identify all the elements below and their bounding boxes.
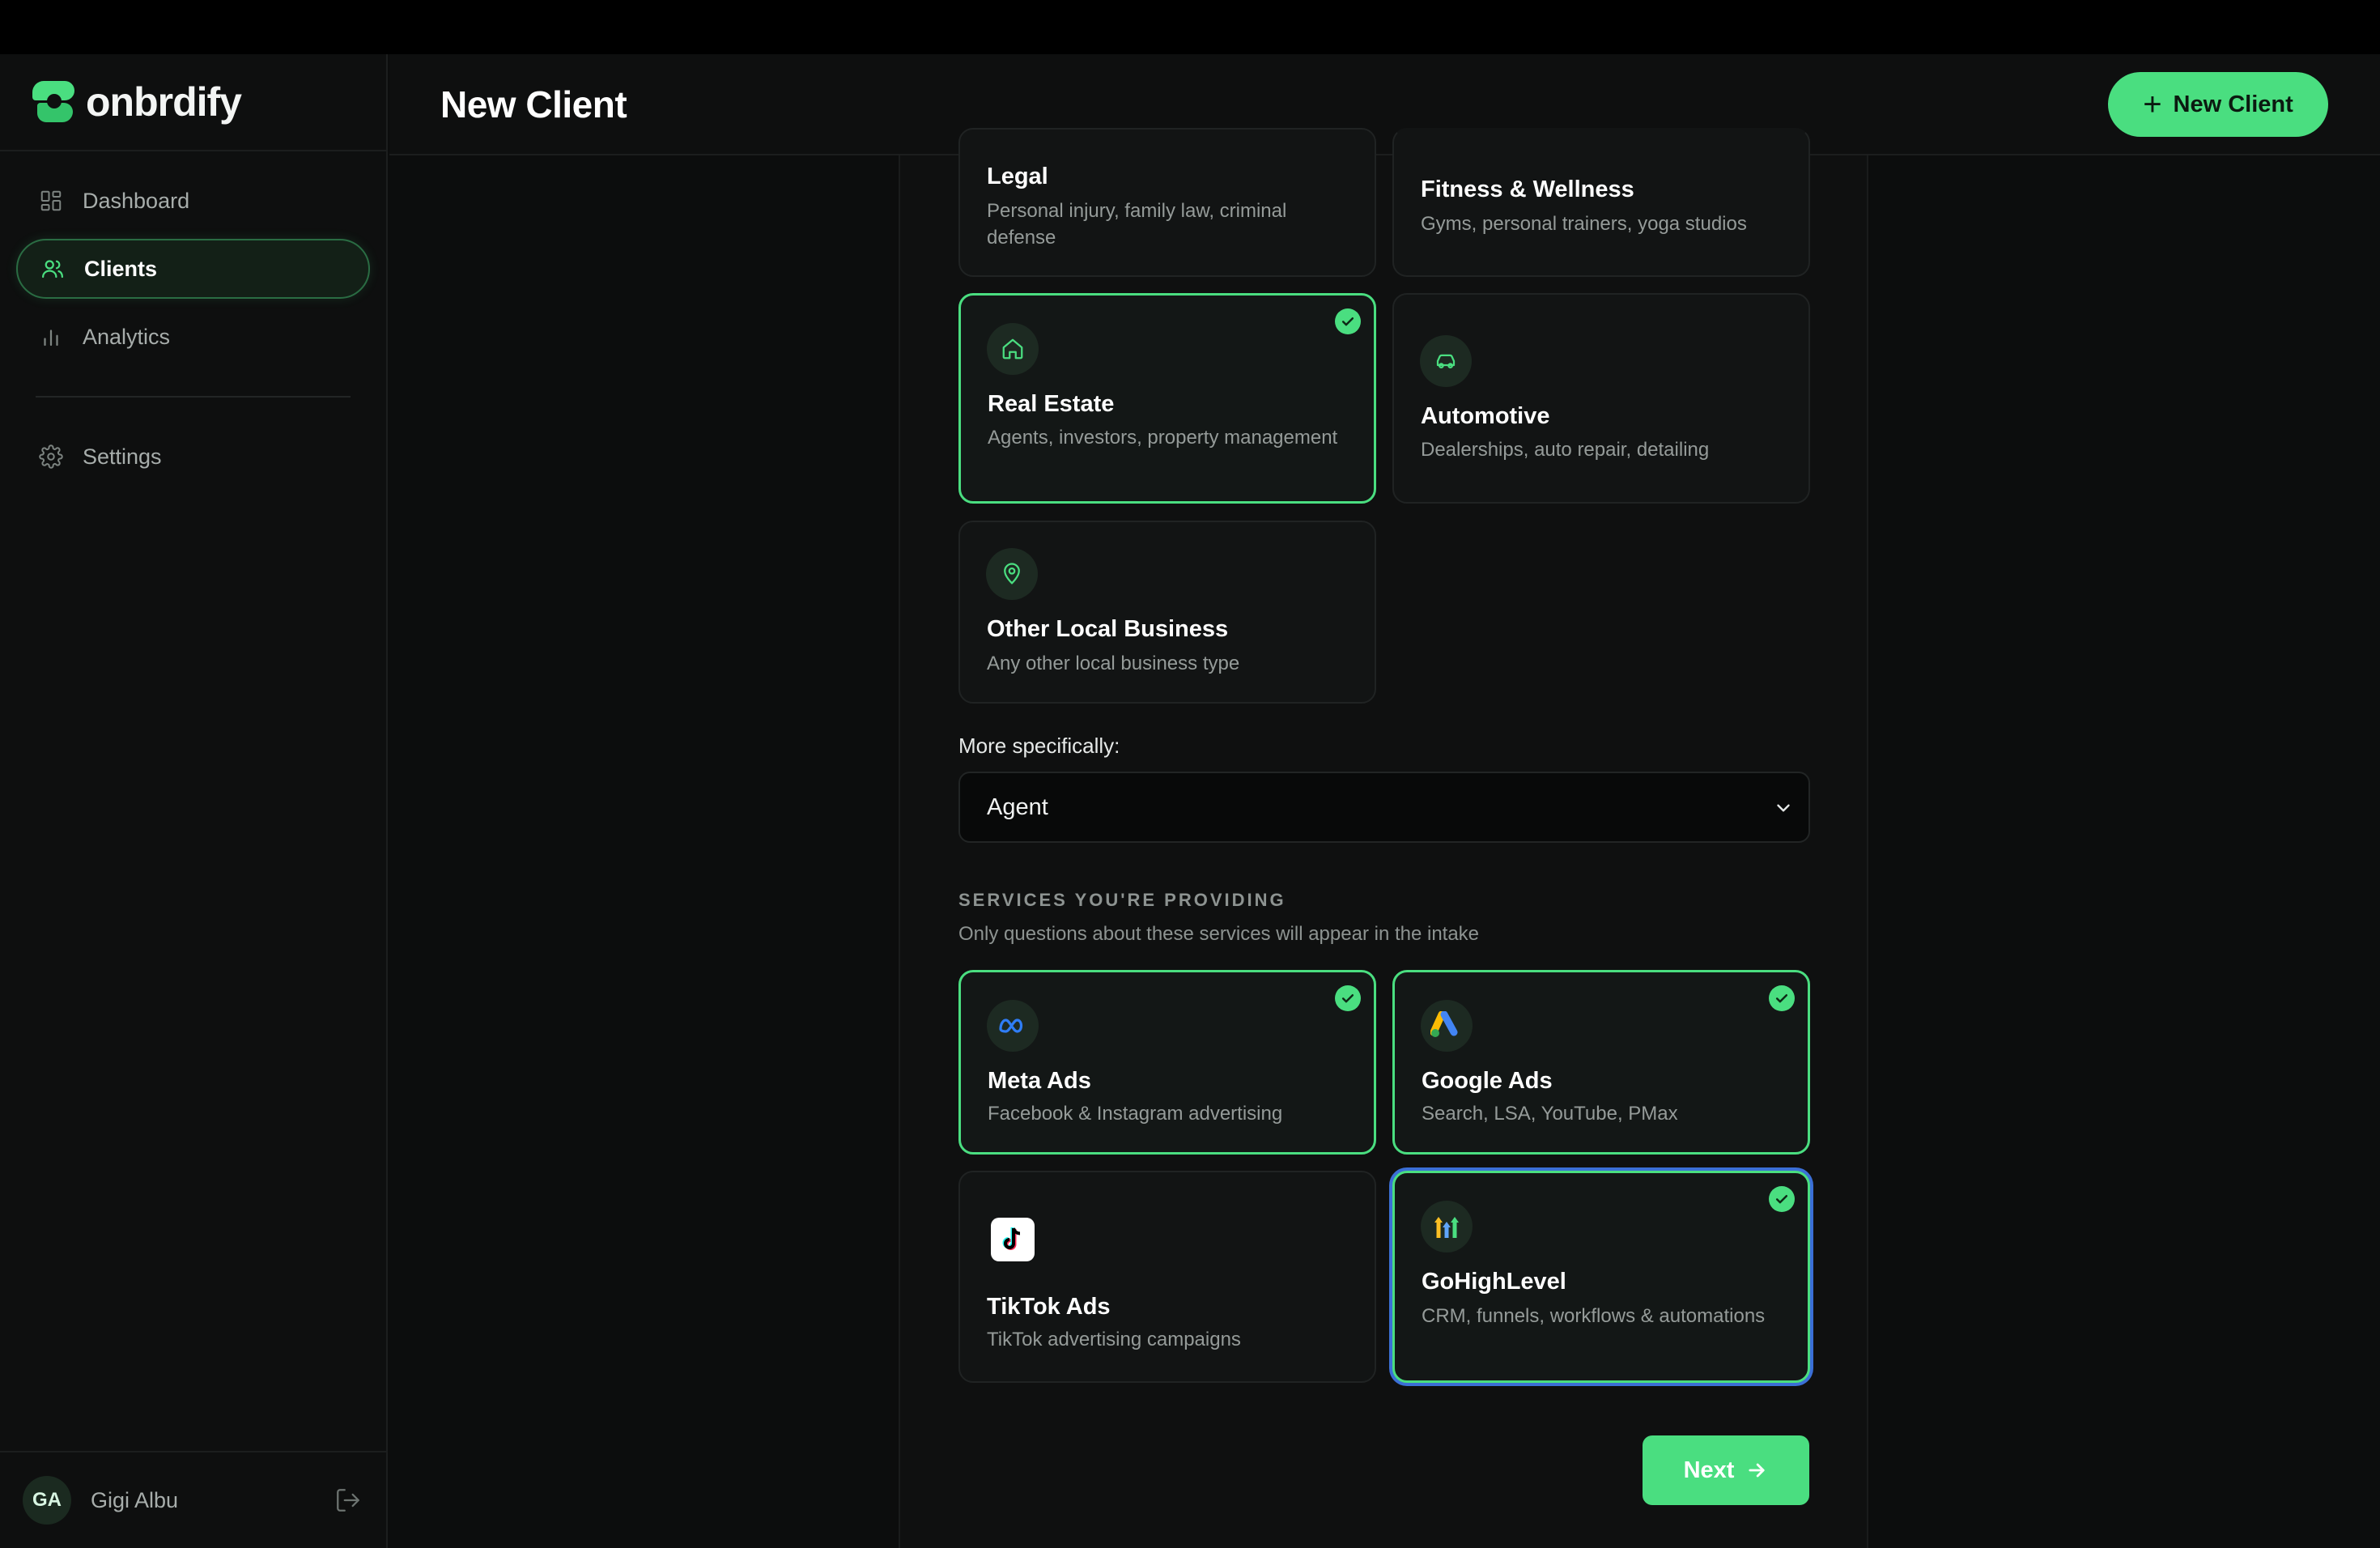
plus-icon: + — [2143, 87, 2162, 122]
card-description: TikTok advertising campaigns — [987, 1329, 1241, 1350]
specifics-label: More specifically: — [958, 734, 1120, 758]
card-description: Gyms, personal trainers, yoga studios — [1421, 213, 1747, 235]
sidebar-item-dashboard[interactable]: Dashboard — [16, 171, 370, 231]
check-icon — [1769, 1186, 1795, 1212]
service-card-meta-ads[interactable]: Meta Ads Facebook & Instagram advertisin… — [958, 970, 1376, 1155]
user-profile: GA Gigi Albu — [0, 1451, 386, 1548]
card-title: Automotive — [1421, 403, 1550, 429]
specifics-select-value: Agent — [987, 793, 1048, 820]
sidebar-item-label: Analytics — [83, 324, 171, 349]
meta-icon — [987, 1000, 1039, 1052]
sidebar-nav: Dashboard Clients Analytics Settings — [0, 151, 386, 487]
check-icon — [1335, 308, 1361, 334]
services-section-subtitle: Only questions about these services will… — [958, 923, 1480, 945]
page-title: New Client — [440, 83, 627, 125]
card-description: Facebook & Instagram advertising — [988, 1103, 1283, 1125]
avatar: GA — [23, 1476, 71, 1525]
card-description: Any other local business type — [987, 653, 1240, 674]
logout-icon[interactable] — [334, 1486, 362, 1514]
card-description: Dealerships, auto repair, detailing — [1421, 439, 1710, 461]
sidebar-item-analytics[interactable]: Analytics — [16, 307, 370, 367]
arrow-right-icon — [1749, 1463, 1765, 1478]
brand[interactable]: onbrdify — [0, 54, 386, 151]
card-description: Search, LSA, YouTube, PMax — [1422, 1103, 1678, 1125]
card-title: TikTok Ads — [987, 1294, 1111, 1320]
card-description: Agents, investors, property management — [988, 427, 1338, 449]
card-description: Personal injury, family law, criminal de… — [987, 200, 1287, 249]
card-title: GoHighLevel — [1422, 1269, 1566, 1295]
specifics-select[interactable]: Agent — [958, 772, 1810, 843]
sidebar: onbrdify Dashboard Clients Analytics Set… — [0, 54, 388, 1548]
window-top-bar — [0, 0, 2380, 54]
gohighlevel-icon — [1421, 1201, 1473, 1252]
industry-card-other-local[interactable]: Other Local Business Any other local bus… — [958, 521, 1376, 704]
check-icon — [1335, 985, 1361, 1011]
card-title: Google Ads — [1422, 1068, 1553, 1094]
user-name: Gigi Albu — [91, 1487, 179, 1512]
users-icon — [40, 257, 65, 281]
industry-card-automotive[interactable]: Automotive Dealerships, auto repair, det… — [1392, 293, 1810, 504]
logo-icon — [32, 81, 78, 123]
service-card-google-ads[interactable]: Google Ads Search, LSA, YouTube, PMax — [1392, 970, 1810, 1155]
next-button-label: Next — [1683, 1457, 1735, 1483]
map-pin-icon — [986, 548, 1038, 600]
card-title: Real Estate — [988, 391, 1115, 417]
house-icon — [987, 323, 1039, 375]
dashboard-grid-icon — [39, 189, 63, 213]
service-card-gohighlevel[interactable]: GoHighLevel CRM, funnels, workflows & au… — [1392, 1171, 1810, 1383]
google-ads-icon — [1421, 1000, 1473, 1052]
next-button[interactable]: Next — [1643, 1435, 1809, 1505]
card-title: Other Local Business — [987, 616, 1229, 642]
card-title: Legal — [987, 164, 1048, 189]
tiktok-icon — [991, 1218, 1035, 1261]
check-icon — [1769, 985, 1795, 1011]
new-client-button-label: New Client — [2173, 91, 2293, 117]
sidebar-item-label: Settings — [83, 444, 162, 469]
chevron-down-icon — [1777, 804, 1790, 812]
nav-divider — [36, 396, 351, 398]
industry-card-real-estate[interactable]: Real Estate Agents, investors, property … — [958, 293, 1376, 504]
sidebar-item-settings[interactable]: Settings — [16, 427, 370, 487]
sidebar-item-label: Dashboard — [83, 188, 190, 213]
sidebar-item-clients[interactable]: Clients — [16, 239, 370, 299]
card-title: Meta Ads — [988, 1068, 1091, 1094]
sidebar-item-label: Clients — [84, 256, 158, 281]
bar-chart-icon — [39, 325, 63, 349]
page-header: New Client + New Client — [389, 54, 2380, 155]
card-title: Fitness & Wellness — [1421, 176, 1634, 202]
services-section-title: SERVICES YOU'RE PROVIDING — [958, 890, 1286, 910]
industry-card-fitness[interactable]: Fitness & Wellness Gyms, personal traine… — [1392, 128, 1810, 277]
car-icon — [1420, 335, 1472, 387]
card-description: CRM, funnels, workflows & automations — [1422, 1305, 1766, 1327]
industry-card-legal[interactable]: Legal Personal injury, family law, crimi… — [958, 128, 1376, 277]
new-client-button[interactable]: + New Client — [2108, 72, 2328, 137]
gear-icon — [39, 444, 63, 469]
service-card-tiktok-ads[interactable]: TikTok Ads TikTok advertising campaigns — [958, 1171, 1376, 1383]
brand-name: onbrdify — [86, 79, 242, 125]
